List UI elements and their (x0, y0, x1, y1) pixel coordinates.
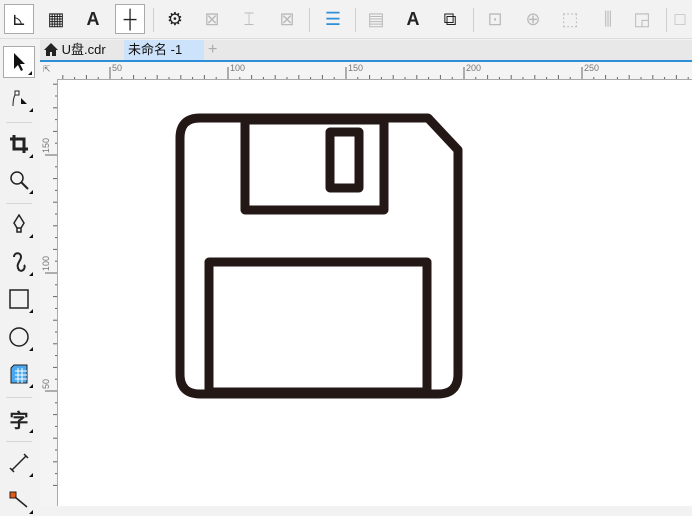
ruler-origin-icon[interactable]: ⇱ (43, 64, 51, 75)
object-link-icon: ⧉ (443, 8, 457, 29)
distribute-icon: ⫼ (603, 8, 613, 29)
ruler-label: 100 (230, 63, 245, 73)
separator (6, 122, 32, 123)
lock-button[interactable]: ◲ (627, 4, 657, 34)
show-grid-icon: ▦ (47, 8, 65, 29)
group-bounds-button[interactable]: ⬚ (555, 4, 585, 34)
ruler-label: 50 (41, 379, 51, 389)
ruler-label: 200 (466, 63, 481, 73)
page-setup-button[interactable]: ⚙ (160, 4, 190, 34)
ruler-label: 50 (112, 63, 122, 73)
dimension-tool[interactable] (3, 447, 35, 479)
remove-placeholder-icon: ⊠ (279, 8, 295, 29)
align-button[interactable]: ⊡ (480, 4, 510, 34)
separator (666, 8, 667, 32)
show-rulers-button[interactable]: ⊾ (4, 4, 34, 34)
show-text-frames-button[interactable]: A (78, 4, 108, 34)
home-icon (44, 42, 58, 62)
rectangle-tool[interactable] (3, 283, 35, 315)
center-target-icon: ⊕ (525, 8, 541, 29)
separator (6, 397, 32, 398)
text-box-button[interactable]: ▤ (361, 4, 391, 34)
separator (153, 8, 154, 32)
text-frame-icon: A (406, 8, 420, 29)
show-guidelines-button[interactable]: ┼ (115, 4, 145, 34)
zoom-tool[interactable] (3, 164, 35, 196)
pick-tool[interactable] (3, 46, 35, 78)
artistic-media-tool[interactable] (3, 246, 35, 278)
show-grid-button[interactable]: ▦ (41, 4, 71, 34)
tab-label: 未命名 -1 (128, 42, 183, 57)
text-placeholder-button[interactable]: ⌶ (234, 4, 264, 34)
vertical-ruler[interactable]: 150 100 50 (40, 79, 58, 506)
ruler-label: 150 (41, 138, 51, 153)
show-text-frames-icon: A (86, 8, 100, 29)
drawing-canvas[interactable] (58, 80, 692, 506)
tab-u-disk[interactable]: U盘.cdr (40, 40, 124, 60)
more-button[interactable]: □ (665, 4, 692, 34)
ellipse-tool[interactable] (3, 321, 35, 353)
more-icon: □ (674, 8, 686, 29)
page-setup-icon: ⚙ (166, 8, 184, 29)
add-tab-button[interactable]: + (204, 40, 224, 60)
show-guidelines-icon: ┼ (123, 8, 137, 29)
text-frame-button[interactable]: A (398, 4, 428, 34)
document-tabs: U盘.cdr 未命名 -1 + (40, 40, 692, 62)
text-box-icon: ▤ (367, 8, 385, 29)
crop-tool[interactable] (3, 128, 35, 160)
toolbox: 字 (0, 40, 38, 514)
horizontal-ruler[interactable]: 50 100 150 200 250 ⇱ (40, 62, 692, 80)
group-bounds-icon: ⬚ (561, 8, 579, 29)
align-icon: ⊡ (487, 8, 503, 29)
separator (309, 8, 310, 32)
paragraph-lines-icon: ☰ (324, 8, 342, 29)
connector-tool[interactable] (3, 484, 35, 516)
center-target-button[interactable]: ⊕ (518, 4, 548, 34)
separator (6, 203, 32, 204)
standard-toolbar: ⊾ ▦ A ┼ ⚙ ⊠ ⌶ ⊠ ☰ ▤ A ⧉ ⊡ ⊕ ⬚ ⫼ ◲ □ (0, 0, 692, 39)
ruler-label: 100 (41, 256, 51, 271)
object-link-button[interactable]: ⧉ (435, 4, 465, 34)
floppy-disk-drawing[interactable] (58, 80, 692, 506)
floppy-label (204, 257, 432, 397)
distribute-button[interactable]: ⫼ (593, 4, 623, 34)
text-tool[interactable]: 字 (3, 403, 35, 435)
separator (355, 8, 356, 32)
floppy-shutter-slot (325, 127, 364, 193)
separator (473, 8, 474, 32)
ruler-label: 150 (348, 63, 363, 73)
lock-icon: ◲ (633, 8, 651, 29)
floppy-outline (175, 113, 463, 399)
insert-image-placeholder-button[interactable]: ⊠ (197, 4, 227, 34)
separator (6, 441, 32, 442)
ruler-label: 250 (584, 63, 599, 73)
remove-placeholder-button[interactable]: ⊠ (272, 4, 302, 34)
paragraph-lines-button[interactable]: ☰ (318, 4, 348, 34)
show-rulers-icon: ⊾ (11, 8, 27, 29)
pen-tool[interactable] (3, 208, 35, 240)
tab-label: U盘.cdr (61, 42, 106, 57)
table-tool[interactable] (3, 358, 35, 390)
tab-untitled-1[interactable]: 未命名 -1 (124, 40, 204, 60)
shape-tool[interactable] (3, 82, 35, 114)
text-placeholder-icon: ⌶ (243, 8, 255, 29)
insert-image-placeholder-icon: ⊠ (204, 8, 220, 29)
